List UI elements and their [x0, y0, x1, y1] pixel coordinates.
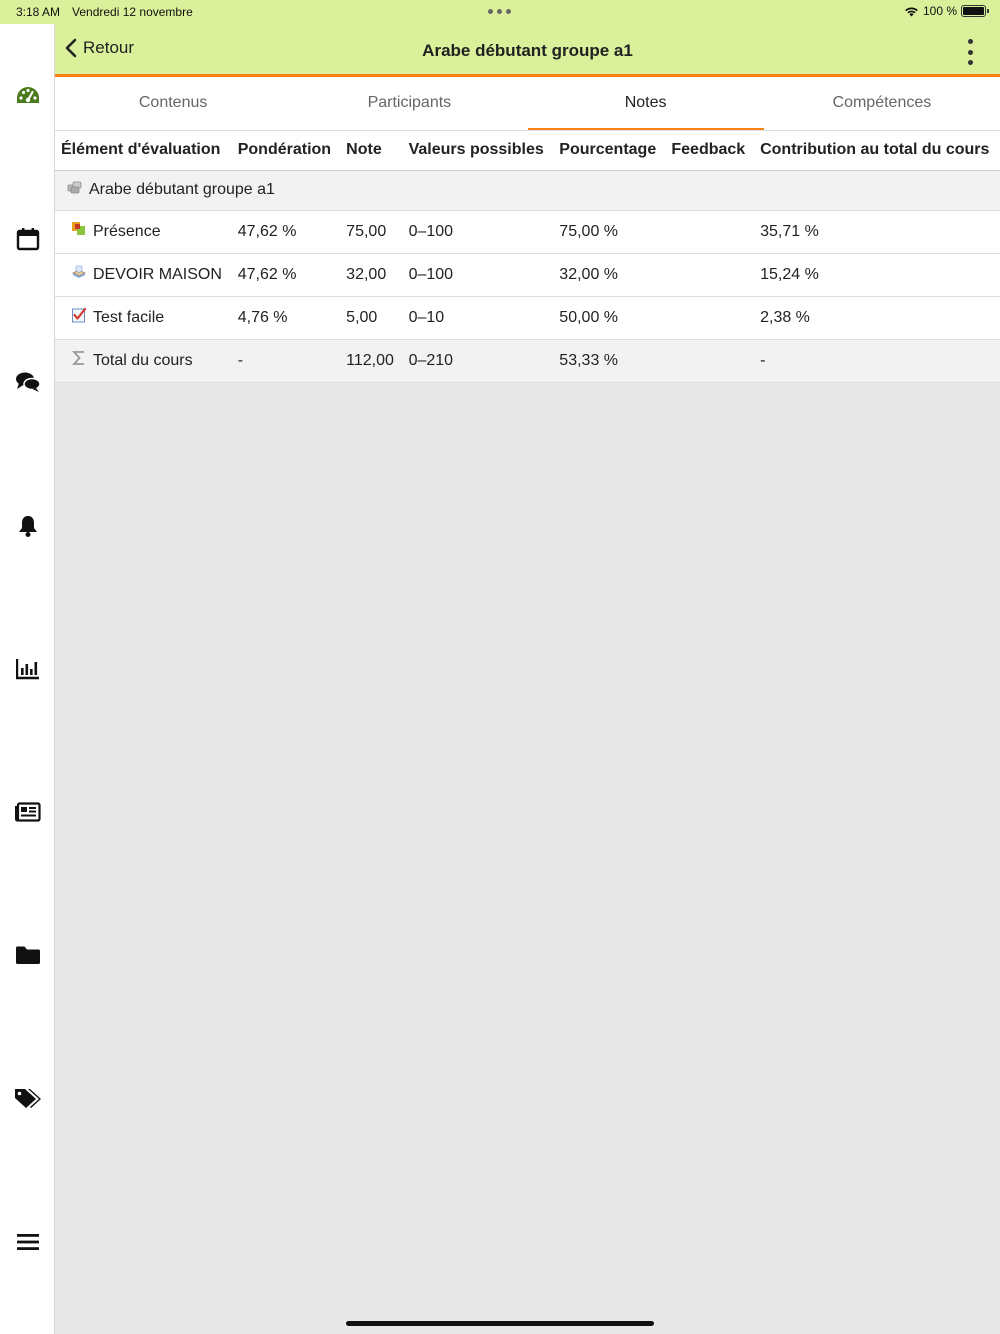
grades-table-container: Élément d'évaluation Pondération Note Va… [55, 131, 1000, 383]
grade-item-grade: 32,00 [340, 253, 403, 297]
news-icon[interactable] [14, 798, 42, 826]
tab-contenus[interactable]: Contenus [55, 77, 291, 130]
grade-item-feedback [665, 210, 755, 254]
column-header-feedback[interactable]: Feedback [665, 131, 755, 171]
grade-item-feedback [665, 253, 755, 297]
status-time: 3:18 AM [16, 5, 61, 19]
column-header-weight[interactable]: Pondération [231, 131, 341, 171]
grade-item-feedback [665, 296, 755, 340]
column-header-percentage[interactable]: Pourcentage [553, 131, 666, 171]
grades-table: Élément d'évaluation Pondération Note Va… [55, 131, 1000, 383]
attendance-icon [71, 221, 87, 237]
course-total-label: Total du cours [93, 351, 193, 369]
category-folder-icon [67, 179, 83, 195]
battery-icon [961, 5, 989, 17]
grade-item-name[interactable]: Présence [93, 223, 161, 241]
grade-item-percentage: 50,00 % [553, 296, 666, 340]
calendar-icon[interactable] [14, 225, 42, 253]
files-icon[interactable] [14, 941, 42, 969]
grade-item-range: 0–100 [402, 253, 554, 297]
table-row[interactable]: DEVOIR MAISON 47,62 % 32,00 0–100 32,00 … [55, 253, 1000, 297]
grade-item-range: 0–100 [402, 210, 554, 254]
grades-icon[interactable] [14, 655, 42, 683]
grade-item-name[interactable]: DEVOIR MAISON [93, 266, 222, 284]
grade-item-percentage: 32,00 % [553, 253, 666, 297]
assignment-icon [71, 264, 87, 280]
table-header-row: Élément d'évaluation Pondération Note Va… [55, 131, 1000, 171]
course-total-feedback [665, 339, 755, 383]
messages-icon[interactable] [14, 368, 42, 396]
battery-percent: 100 % [922, 4, 957, 18]
table-row[interactable]: Présence 47,62 % 75,00 0–100 75,00 % 35,… [55, 210, 1000, 254]
grade-item-grade: 5,00 [340, 296, 403, 340]
course-total-weight: - [231, 339, 341, 383]
category-row: Arabe débutant groupe a1 [55, 170, 1000, 211]
status-bar: 3:18 AM Vendredi 12 novembre 100 % [0, 0, 1000, 24]
course-total-percentage: 53,33 % [553, 339, 666, 383]
tags-icon[interactable] [14, 1084, 42, 1112]
grade-item-contribution: 2,38 % [754, 296, 1000, 340]
column-header-range[interactable]: Valeurs possibles [402, 131, 554, 171]
quiz-icon [71, 307, 87, 323]
column-header-contribution[interactable]: Contribution au total du cours [754, 131, 1000, 171]
course-tabs: Contenus Participants Notes Compétences [55, 77, 1000, 131]
column-header-item[interactable]: Élément d'évaluation [55, 131, 232, 171]
course-total-range: 0–210 [402, 339, 554, 383]
more-options-icon[interactable] [962, 39, 978, 65]
grade-item-contribution: 15,24 % [754, 253, 1000, 297]
grade-item-grade: 75,00 [340, 210, 403, 254]
multitasking-dots-icon[interactable] [488, 9, 511, 14]
grade-item-percentage: 75,00 % [553, 210, 666, 254]
tab-notes[interactable]: Notes [527, 77, 765, 130]
category-name: Arabe débutant groupe a1 [89, 181, 275, 198]
grade-item-range: 0–10 [402, 296, 554, 340]
home-indicator[interactable] [346, 1321, 654, 1326]
tab-participants[interactable]: Participants [291, 77, 527, 130]
tab-competences[interactable]: Compétences [764, 77, 1000, 130]
status-right: 100 % [904, 4, 989, 18]
status-date: Vendredi 12 novembre [72, 5, 193, 19]
table-row[interactable]: Test facile 4,76 % 5,00 0–10 50,00 % 2,3… [55, 296, 1000, 340]
grade-item-name[interactable]: Test facile [93, 309, 164, 327]
wifi-icon [905, 7, 918, 16]
grade-item-weight: 4,76 % [231, 296, 341, 340]
sigma-icon [71, 350, 87, 366]
menu-icon[interactable] [14, 1228, 42, 1256]
column-header-grade[interactable]: Note [340, 131, 403, 171]
notifications-icon[interactable] [14, 512, 42, 540]
header-bar: Retour Arabe débutant groupe a1 [55, 24, 1000, 77]
grade-item-contribution: 35,71 % [754, 210, 1000, 254]
page-title: Arabe débutant groupe a1 [422, 41, 633, 60]
grade-item-weight: 47,62 % [231, 210, 341, 254]
dashboard-icon[interactable] [14, 82, 42, 110]
grade-item-weight: 47,62 % [231, 253, 341, 297]
course-total-contribution: - [754, 339, 1000, 383]
course-total-grade: 112,00 [340, 339, 403, 383]
sidebar [0, 24, 55, 1334]
course-total-row: Total du cours - 112,00 0–210 53,33 % - [55, 339, 1000, 383]
